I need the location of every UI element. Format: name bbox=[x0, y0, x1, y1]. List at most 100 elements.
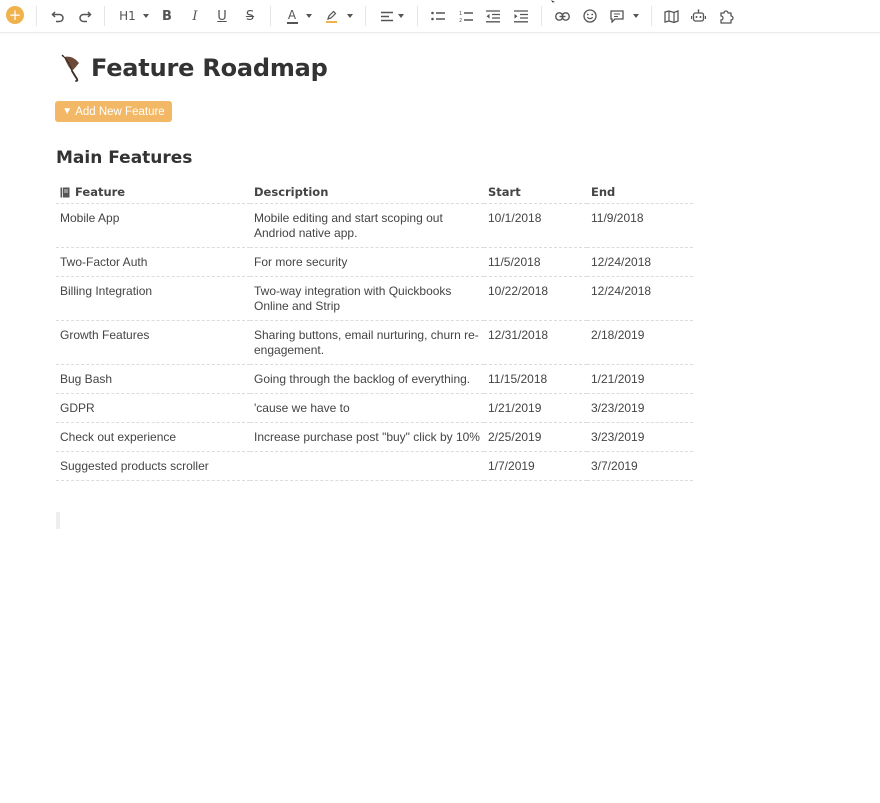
undo-button[interactable] bbox=[50, 6, 66, 26]
column-header-start[interactable]: Start bbox=[484, 181, 587, 204]
outdent-button[interactable] bbox=[485, 6, 500, 26]
end-date-cell[interactable]: 3/23/2019 bbox=[587, 422, 693, 452]
feature-cell[interactable]: Bug Bash bbox=[56, 364, 250, 394]
heading-icon: H1 bbox=[119, 9, 136, 23]
start-date-cell[interactable]: 1/21/2019 bbox=[484, 393, 587, 423]
start-date-cell[interactable]: 2/25/2019 bbox=[484, 422, 587, 452]
feature-cell[interactable]: Billing Integration bbox=[56, 276, 250, 321]
align-button[interactable] bbox=[379, 6, 405, 26]
table-row[interactable]: Check out experience Increase purchase p… bbox=[56, 422, 693, 452]
table-header-row: Feature Description Start End bbox=[56, 181, 693, 204]
bullet-list-icon bbox=[430, 11, 445, 21]
indent-button[interactable] bbox=[513, 6, 528, 26]
table-row[interactable]: Bug Bash Going through the backlog of ev… bbox=[56, 364, 693, 394]
end-date-cell[interactable]: 1/21/2019 bbox=[587, 364, 693, 394]
start-date-cell[interactable]: 1/7/2019 bbox=[484, 451, 587, 481]
description-cell[interactable] bbox=[250, 451, 484, 481]
column-header-description[interactable]: Description bbox=[250, 181, 484, 204]
plugin-button[interactable] bbox=[718, 6, 734, 26]
text-color-button[interactable]: A bbox=[283, 6, 315, 26]
description-cell[interactable]: 'cause we have to bbox=[250, 393, 484, 423]
toolbar-divider bbox=[270, 6, 271, 26]
link-icon bbox=[554, 11, 570, 21]
comment-button[interactable] bbox=[608, 6, 640, 26]
start-date-cell[interactable]: 12/31/2018 bbox=[484, 320, 587, 365]
description-cell[interactable]: Two-way integration with Quickbooks Onli… bbox=[250, 276, 484, 321]
end-date-cell[interactable]: 2/18/2019 bbox=[587, 320, 693, 365]
end-date-cell[interactable]: 12/24/2018 bbox=[587, 247, 693, 277]
highlighter-icon bbox=[325, 10, 337, 23]
chevron-down-icon bbox=[305, 14, 312, 18]
features-table: Feature Description Start End Mobile App… bbox=[56, 181, 693, 481]
svg-text:1: 1 bbox=[459, 11, 462, 17]
table-row[interactable]: Two-Factor Auth For more security 11/5/2… bbox=[56, 247, 693, 277]
add-new-feature-button[interactable]: ▼ Add New Feature bbox=[55, 101, 172, 122]
table-row[interactable]: GDPR 'cause we have to 1/21/2019 3/23/20… bbox=[56, 393, 693, 423]
bold-button[interactable]: B bbox=[160, 6, 174, 26]
description-cell[interactable]: Sharing buttons, email nurturing, churn … bbox=[250, 320, 484, 365]
column-header-feature[interactable]: Feature bbox=[56, 181, 250, 204]
end-date-cell[interactable]: 3/7/2019 bbox=[587, 451, 693, 481]
chevron-down-icon bbox=[397, 14, 404, 18]
start-date-cell[interactable]: 11/15/2018 bbox=[484, 364, 587, 394]
puzzle-icon bbox=[719, 9, 734, 24]
add-block-button[interactable]: + bbox=[6, 6, 24, 24]
feature-cell[interactable]: Mobile App bbox=[56, 203, 250, 248]
feature-cell[interactable]: Check out experience bbox=[56, 422, 250, 452]
text-color-icon: A bbox=[286, 7, 298, 24]
bot-button[interactable] bbox=[690, 6, 706, 26]
gem-icon: ▼ bbox=[62, 106, 73, 117]
align-left-icon bbox=[380, 11, 393, 21]
table-row[interactable]: Billing Integration Two-way integration … bbox=[56, 276, 693, 321]
description-cell[interactable]: Increase purchase post "buy" click by 10… bbox=[250, 422, 484, 452]
italic-button[interactable]: I bbox=[188, 6, 202, 26]
table-row[interactable]: Suggested products scroller 1/7/2019 3/7… bbox=[56, 451, 693, 481]
table-row[interactable]: Mobile App Mobile editing and start scop… bbox=[56, 203, 693, 248]
feature-cell[interactable]: Growth Features bbox=[56, 320, 250, 365]
link-button[interactable] bbox=[554, 6, 570, 26]
end-date-cell[interactable]: 12/24/2018 bbox=[587, 276, 693, 321]
redo-icon bbox=[79, 11, 92, 23]
start-date-cell[interactable]: 10/1/2018 bbox=[484, 203, 587, 248]
emoji-button[interactable] bbox=[582, 6, 597, 26]
indent-icon bbox=[513, 9, 528, 22]
strikethrough-icon: S bbox=[245, 8, 255, 24]
description-cell[interactable]: For more security bbox=[250, 247, 484, 277]
undo-icon bbox=[51, 11, 64, 23]
smiley-icon bbox=[582, 9, 597, 23]
description-cell[interactable]: Mobile editing and start scoping out And… bbox=[250, 203, 484, 248]
empty-paragraph-placeholder[interactable] bbox=[56, 512, 60, 529]
svg-text:2: 2 bbox=[459, 18, 462, 23]
feature-cell[interactable]: Suggested products scroller bbox=[56, 451, 250, 481]
plus-icon: + bbox=[8, 6, 22, 24]
underline-button[interactable]: U bbox=[215, 6, 229, 26]
column-header-label: Feature bbox=[75, 185, 126, 199]
comment-icon bbox=[609, 9, 624, 23]
start-date-cell[interactable]: 10/22/2018 bbox=[484, 276, 587, 321]
bullet-list-button[interactable] bbox=[430, 6, 445, 26]
start-date-cell[interactable]: 11/5/2018 bbox=[484, 247, 587, 277]
redo-button[interactable] bbox=[77, 6, 93, 26]
map-button[interactable] bbox=[663, 6, 679, 26]
end-date-cell[interactable]: 11/9/2018 bbox=[587, 203, 693, 248]
column-header-end[interactable]: End bbox=[587, 181, 693, 204]
strikethrough-button[interactable]: S bbox=[243, 6, 257, 26]
table-row[interactable]: Growth Features Sharing buttons, email n… bbox=[56, 320, 693, 365]
numbered-list-button[interactable]: 12 bbox=[458, 6, 473, 26]
outdent-icon bbox=[485, 9, 500, 22]
highlight-button[interactable] bbox=[324, 6, 354, 26]
toolbar-divider bbox=[651, 6, 652, 26]
description-cell[interactable]: Going through the backlog of everything. bbox=[250, 364, 484, 394]
toolbar-divider bbox=[417, 6, 418, 26]
end-date-cell[interactable]: 3/23/2019 bbox=[587, 393, 693, 423]
heading-button[interactable]: H1 bbox=[115, 6, 153, 26]
toolbar-divider bbox=[541, 6, 542, 26]
feature-cell[interactable]: Two-Factor Auth bbox=[56, 247, 250, 277]
chevron-down-icon bbox=[142, 14, 149, 18]
toolbar-divider bbox=[36, 6, 37, 26]
section-heading: Main Features bbox=[56, 148, 193, 168]
page-title: Feature Roadmap bbox=[91, 54, 328, 82]
add-new-feature-label: Add New Feature bbox=[75, 105, 165, 118]
toolbar-divider bbox=[365, 6, 366, 26]
feature-cell[interactable]: GDPR bbox=[56, 393, 250, 423]
